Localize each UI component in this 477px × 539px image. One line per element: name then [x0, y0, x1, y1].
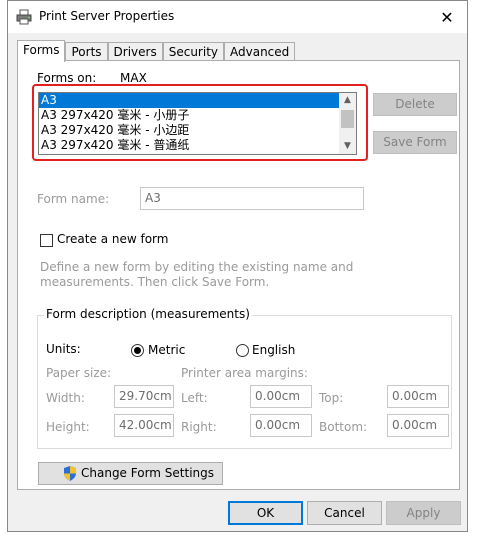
- create-new-form-label[interactable]: Create a new form: [57, 232, 168, 246]
- list-item[interactable]: A3 297x420 毫米 - 小边距: [39, 123, 356, 138]
- width-field[interactable]: 29.70cm: [114, 385, 174, 408]
- metric-radio[interactable]: [131, 344, 144, 357]
- height-field[interactable]: 42.00cm: [114, 414, 174, 437]
- form-description-title: Form description (measurements): [44, 307, 252, 321]
- form-name-label: Form name:: [37, 192, 110, 206]
- cancel-button-label: Cancel: [324, 506, 365, 520]
- english-radio[interactable]: [236, 344, 249, 357]
- close-icon: ✕: [440, 7, 454, 27]
- delete-button-label: Delete: [395, 97, 435, 111]
- apply-button-label: Apply: [406, 506, 441, 520]
- left-margin-field[interactable]: 0.00cm: [250, 385, 312, 408]
- change-form-settings-label: Change Form Settings: [81, 466, 215, 480]
- delete-button[interactable]: Delete: [373, 93, 457, 116]
- ok-button[interactable]: OK: [228, 501, 303, 525]
- printer-margins-label: Printer area margins:: [181, 366, 308, 380]
- tab-ports[interactable]: Ports: [65, 42, 108, 61]
- title-bar: Print Server Properties ✕: [8, 1, 467, 33]
- right-margin-label: Right:: [181, 420, 217, 434]
- right-margin-field[interactable]: 0.00cm: [250, 414, 312, 437]
- cancel-button[interactable]: Cancel: [307, 501, 382, 525]
- save-form-button[interactable]: Save Form: [373, 131, 457, 154]
- forms-listbox[interactable]: A3 A3 297x420 毫米 - 小册子 A3 297x420 毫米 - 小…: [38, 92, 357, 155]
- forms-on-label: Forms on:: [37, 71, 97, 85]
- listbox-scrollbar[interactable]: ▲ ▼: [339, 93, 356, 154]
- left-margin-label: Left:: [181, 391, 208, 405]
- english-label[interactable]: English: [252, 343, 295, 357]
- uac-shield-icon: [64, 466, 76, 481]
- scroll-down-icon[interactable]: ▼: [339, 139, 356, 154]
- bottom-margin-field[interactable]: 0.00cm: [387, 414, 449, 437]
- height-label: Height:: [46, 420, 90, 434]
- paper-size-label: Paper size:: [46, 366, 112, 380]
- ok-button-label: OK: [256, 506, 275, 520]
- metric-label[interactable]: Metric: [148, 343, 185, 357]
- printer-icon: [16, 9, 32, 25]
- help-text-line1: Define a new form by editing the existin…: [40, 260, 354, 274]
- top-margin-label: Top:: [319, 391, 344, 405]
- units-label: Units:: [46, 342, 81, 356]
- scroll-thumb[interactable]: [341, 110, 354, 128]
- print-server-properties-window: Print Server Properties ✕ Forms Ports Dr…: [7, 0, 468, 532]
- tab-advanced[interactable]: Advanced: [224, 42, 296, 61]
- list-item[interactable]: A3: [39, 93, 356, 108]
- forms-on-server: MAX: [120, 71, 147, 85]
- width-label: Width:: [46, 391, 85, 405]
- forms-tab-panel: Forms on: MAX A3 A3 297x420 毫米 - 小册子 A3 …: [17, 60, 460, 490]
- tab-strip: Forms Ports Drivers Security Advanced: [17, 40, 296, 62]
- tab-drivers[interactable]: Drivers: [107, 42, 163, 61]
- tab-forms[interactable]: Forms: [17, 40, 66, 62]
- list-item[interactable]: A3 297x420 毫米 - 小册子: [39, 108, 356, 123]
- form-name-field[interactable]: A3: [140, 187, 364, 210]
- close-button[interactable]: ✕: [427, 1, 467, 33]
- help-text-line2: measurements. Then click Save Form.: [40, 275, 270, 289]
- apply-button[interactable]: Apply: [386, 501, 461, 525]
- create-new-form-checkbox[interactable]: [40, 234, 53, 247]
- save-form-button-label: Save Form: [383, 135, 447, 149]
- tab-security[interactable]: Security: [162, 42, 224, 61]
- top-margin-field[interactable]: 0.00cm: [387, 385, 449, 408]
- scroll-up-icon[interactable]: ▲: [339, 93, 356, 108]
- window-title: Print Server Properties: [39, 9, 175, 23]
- change-form-settings-button[interactable]: Change Form Settings: [38, 462, 223, 485]
- bottom-margin-label: Bottom:: [319, 420, 368, 434]
- form-description-group: Form description (measurements) Units: M…: [37, 307, 452, 449]
- list-item[interactable]: A3 297x420 毫米 - 普通纸: [39, 138, 356, 153]
